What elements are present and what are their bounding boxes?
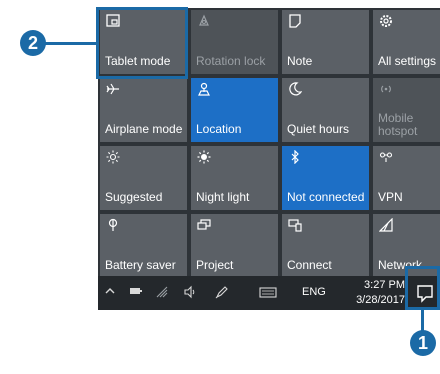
bluetooth-icon — [288, 150, 304, 166]
callout-two-badge: 2 — [20, 30, 46, 56]
tile-airplane-mode[interactable]: Airplane mode — [100, 78, 187, 142]
tile-label: Quiet hours — [287, 122, 350, 136]
night-light-icon — [197, 150, 213, 166]
tile-project[interactable]: Project — [191, 214, 278, 278]
tile-bluetooth[interactable]: Not connected — [282, 146, 369, 210]
tile-label: Night light — [196, 190, 250, 204]
tile-location[interactable]: Location — [191, 78, 278, 142]
tile-label: Not connected — [287, 190, 365, 204]
hotspot-icon — [379, 82, 395, 98]
tile-rotation-lock[interactable]: Rotation lock — [191, 10, 278, 74]
pen-icon[interactable] — [214, 285, 230, 301]
tile-label: Mobile hotspot — [378, 111, 418, 138]
tile-label: All settings — [378, 54, 437, 68]
tile-label: Location — [196, 122, 242, 136]
gear-icon — [379, 14, 395, 30]
tile-note[interactable]: Note — [282, 10, 369, 74]
tile-connect[interactable]: Connect — [282, 214, 369, 278]
tile-label: Project — [196, 258, 234, 272]
wifi-icon[interactable] — [154, 285, 170, 301]
location-icon — [197, 82, 213, 98]
tile-label: Suggested — [105, 190, 163, 204]
tile-label: VPN — [378, 190, 403, 204]
airplane-icon — [106, 82, 122, 98]
tile-mobile-hotspot[interactable]: Mobile hotspot — [373, 78, 440, 142]
callout-one-line — [421, 310, 424, 332]
tile-label: Rotation lock — [196, 54, 266, 68]
taskbar: ENG 3:27 PM 3/28/2017 — [98, 276, 440, 310]
clock-date[interactable]: 3/28/2017 — [345, 294, 405, 306]
project-icon — [197, 218, 213, 234]
connect-icon — [288, 218, 304, 234]
callout-one-badge: 1 — [410, 330, 436, 356]
tile-label: Battery saver — [105, 258, 176, 272]
chevron-up-icon[interactable] — [102, 285, 118, 301]
rotation-lock-icon — [197, 14, 213, 30]
clock-time[interactable]: 3:27 PM — [351, 279, 405, 291]
highlight-tablet-mode — [96, 7, 188, 79]
tile-label: Airplane mode — [105, 122, 183, 136]
language-indicator[interactable]: ENG — [302, 286, 326, 298]
brightness-icon — [106, 150, 122, 166]
note-icon — [288, 14, 304, 30]
tile-quiet-hours[interactable]: Quiet hours — [282, 78, 369, 142]
callout-two-line — [44, 42, 97, 45]
tile-all-settings[interactable]: All settings — [373, 10, 440, 74]
tile-brightness-suggested[interactable]: Suggested — [100, 146, 187, 210]
tile-label: Connect — [287, 258, 332, 272]
network-icon — [379, 218, 395, 234]
tile-label: Note — [287, 54, 313, 68]
tile-night-light[interactable]: Night light — [191, 146, 278, 210]
moon-icon — [288, 82, 304, 98]
vpn-icon — [379, 150, 395, 166]
keyboard-icon[interactable] — [258, 285, 278, 301]
highlight-action-center-button — [405, 266, 440, 310]
battery-saver-icon — [106, 218, 122, 234]
volume-icon[interactable] — [182, 285, 198, 301]
tile-battery-saver[interactable]: Battery saver — [100, 214, 187, 278]
battery-icon[interactable] — [128, 285, 144, 301]
tile-vpn[interactable]: VPN — [373, 146, 440, 210]
